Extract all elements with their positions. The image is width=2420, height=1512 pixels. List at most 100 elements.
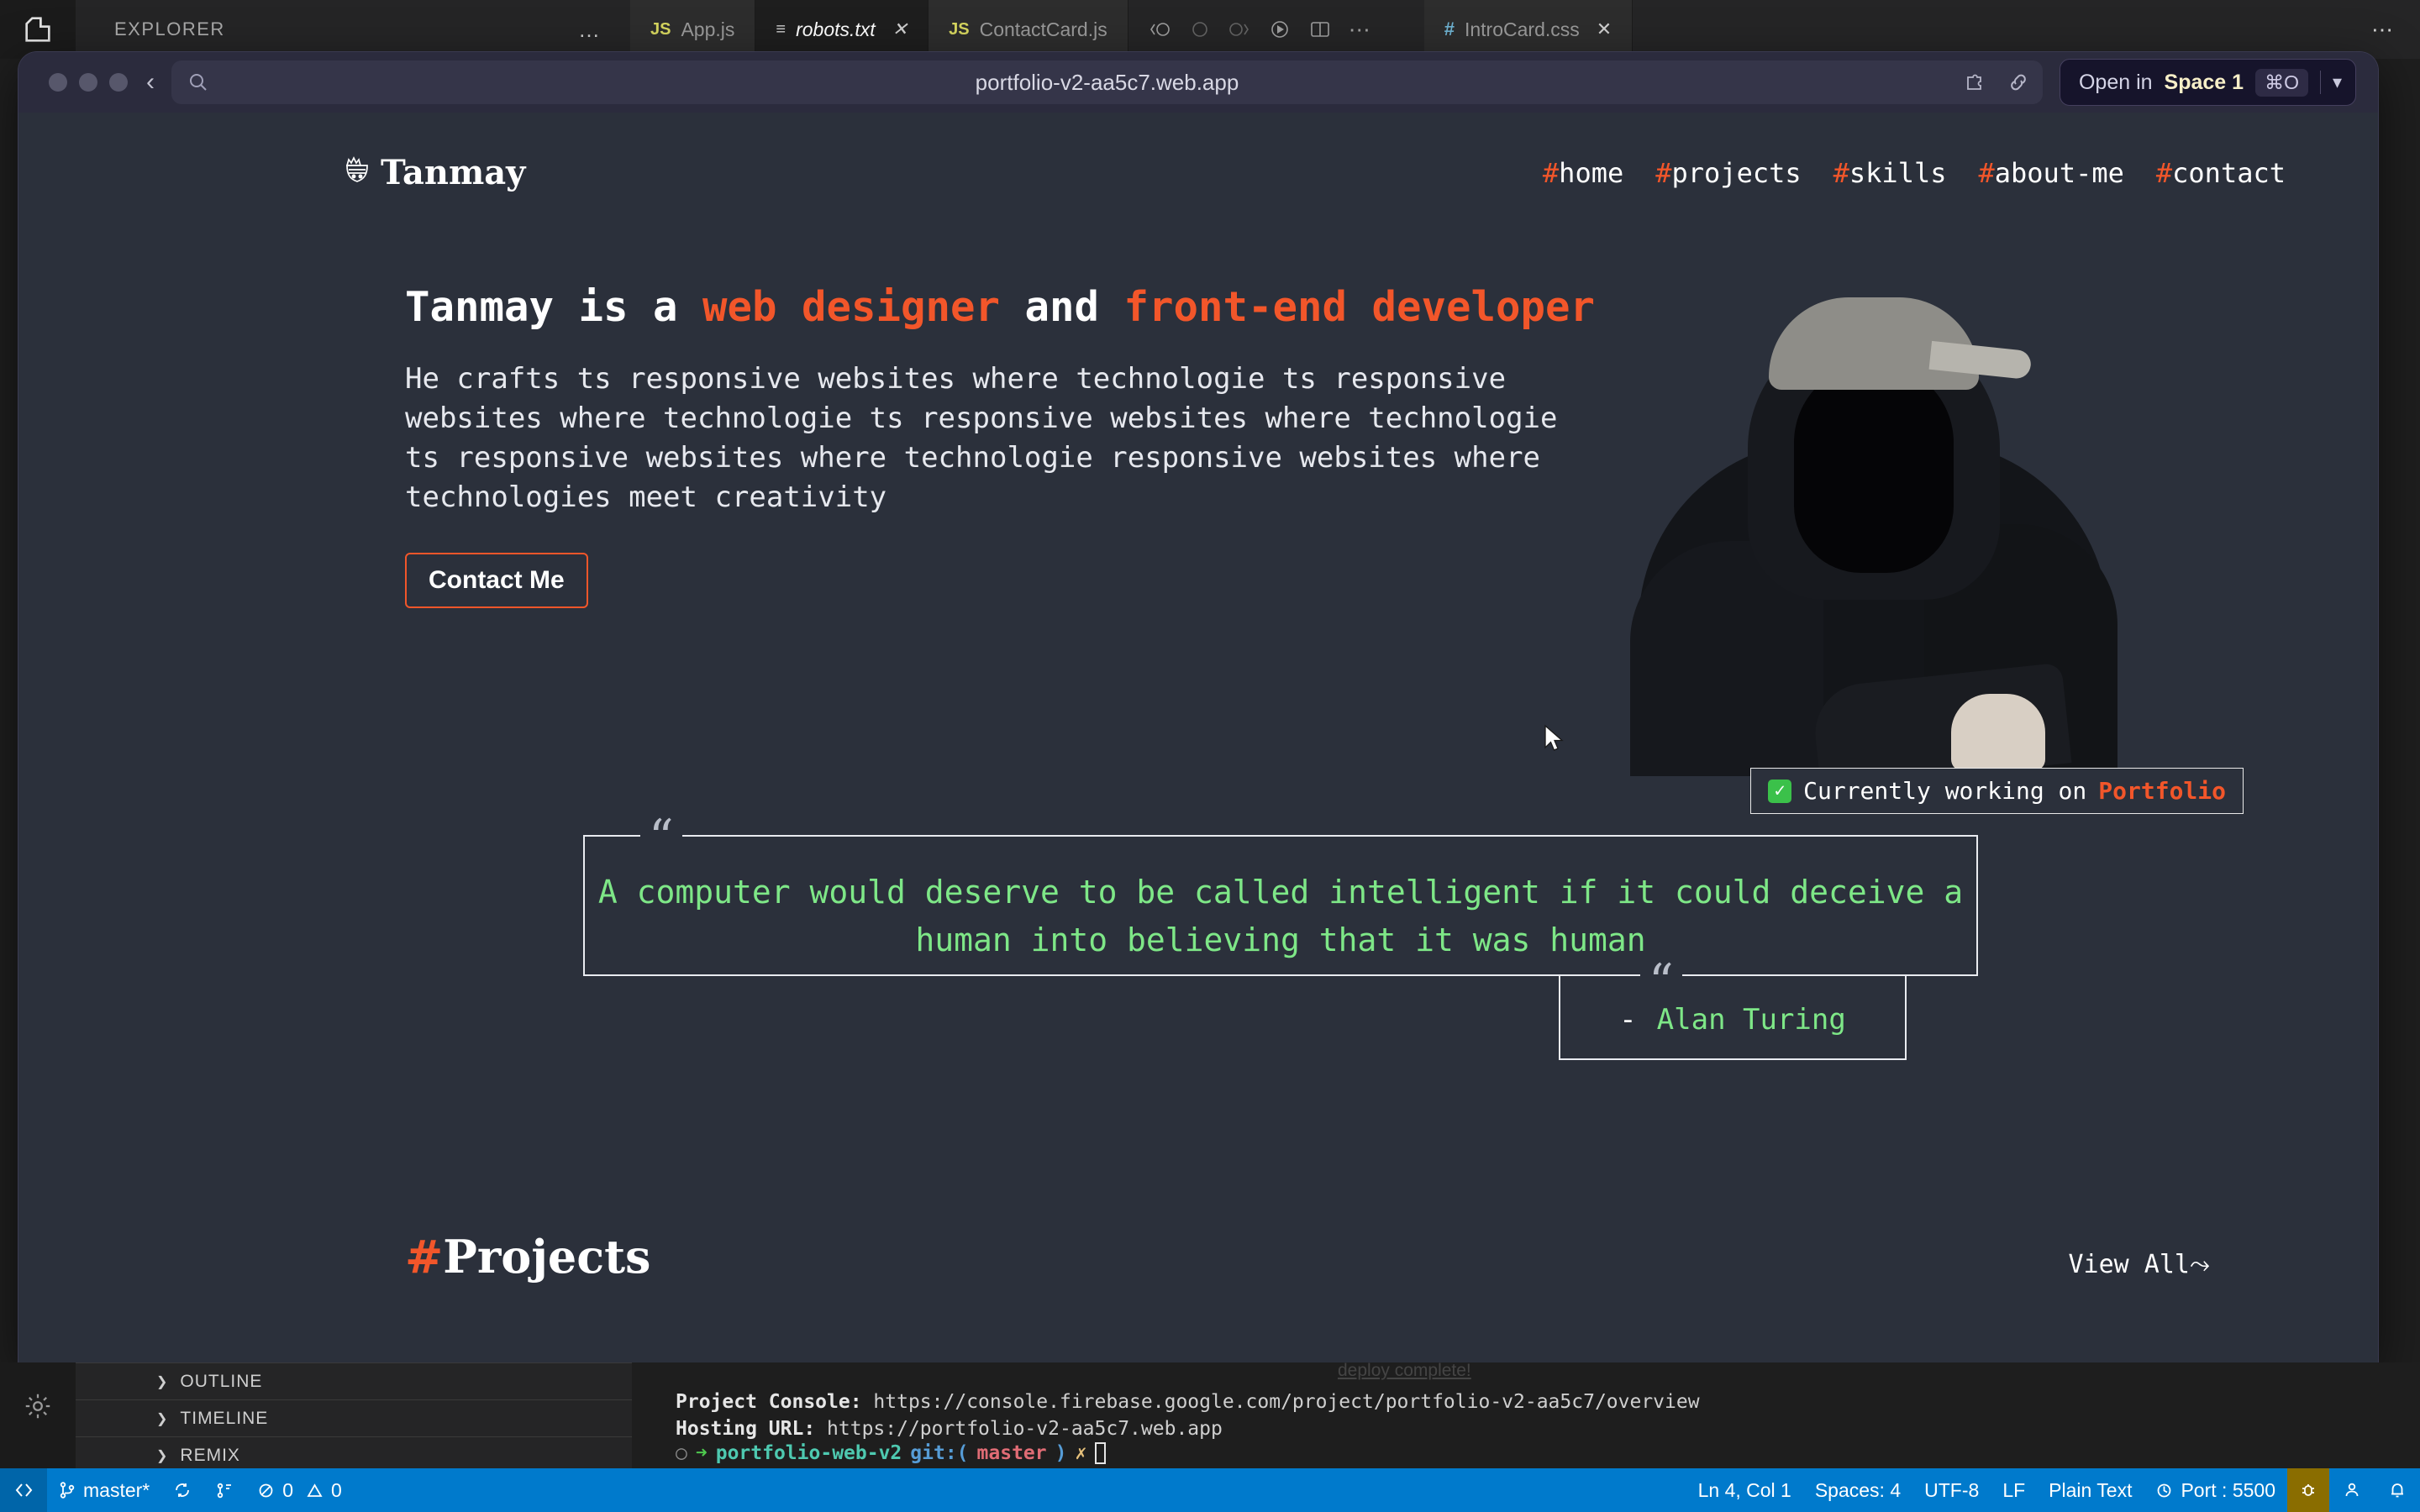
mouse-cursor [1544, 724, 1565, 756]
statusbar-branch[interactable]: master* [47, 1468, 161, 1512]
keyboard-shortcut: ⌘O [2255, 69, 2308, 97]
tab-robots-txt[interactable]: ≡ robots.txt ✕ [755, 0, 929, 59]
open-in-space-button[interactable]: Open in Space 1 ⌘O ▾ [2060, 59, 2356, 106]
statusbar-cursor-position[interactable]: Ln 4, Col 1 [1686, 1468, 1803, 1512]
statusbar-indentation[interactable]: Spaces: 4 [1803, 1468, 1912, 1512]
url-bar[interactable]: portfolio-v2-aa5c7.web.app [171, 60, 2043, 104]
statusbar-account-icon[interactable] [2329, 1468, 2375, 1512]
tab-label: App.js [681, 18, 734, 41]
tab-contactcard-js[interactable]: JS ContactCard.js [929, 0, 1128, 59]
attribution-dash: - [1619, 1003, 1636, 1037]
hero-title-mid: and [1000, 283, 1124, 331]
nav-link-about-me[interactable]: #about-me [1978, 157, 2123, 189]
tab-label: robots.txt [796, 18, 876, 41]
statusbar-eol[interactable]: LF [1991, 1468, 2037, 1512]
remote-window-icon[interactable] [0, 1468, 47, 1512]
nav-label: projects [1672, 157, 1802, 189]
circle-icon[interactable] [1189, 18, 1211, 40]
nav-link-skills[interactable]: #skills [1833, 157, 1947, 189]
nav-link-contact[interactable]: #contact [2156, 157, 2286, 189]
open-in-label: Open in [2079, 71, 2153, 95]
minimize-dot[interactable] [79, 73, 97, 92]
statusbar-bell-icon[interactable] [2375, 1468, 2420, 1512]
puzzle-icon[interactable] [1962, 70, 1987, 95]
portfolio-site: Tanmay #home #projects #skills #about-me… [18, 113, 2378, 1362]
terminal-prompt-line[interactable]: ○ ➜ portfolio-web-v2 git:(master) ✗ [676, 1442, 2420, 1464]
hash-prefix: # [1978, 157, 1994, 189]
chevron-right-icon: ❯ [156, 1447, 168, 1464]
project-console-url[interactable]: https://console.firebase.google.com/proj… [873, 1391, 1699, 1413]
prompt-git-suffix: ) [1055, 1442, 1067, 1464]
error-count: 0 [282, 1479, 293, 1502]
traffic-lights[interactable] [49, 73, 128, 92]
chevron-right-icon: ❯ [156, 1373, 168, 1390]
explorer-title: EXPLORER [114, 18, 225, 40]
projects-title-text: Projects [443, 1230, 650, 1284]
hosting-url[interactable]: https://portfolio-v2-aa5c7.web.app [827, 1418, 1223, 1440]
status-badge-highlight: Portfolio [2098, 777, 2226, 805]
more-actions-icon[interactable]: ⋯ [1349, 17, 1372, 43]
statusbar-encoding[interactable]: UTF-8 [1912, 1468, 1991, 1512]
statusbar-sync[interactable] [161, 1468, 203, 1512]
nav-label: contact [2172, 157, 2286, 189]
contact-me-button[interactable]: Contact Me [405, 553, 588, 608]
browser-toolbar: ‹ portfolio-v2-aa5c7.web.app [18, 52, 2378, 113]
nav-label: home [1559, 157, 1623, 189]
space-name: Space 1 [2165, 71, 2244, 95]
site-nav-links: #home #projects #skills #about-me #conta… [1543, 157, 2286, 189]
run-icon[interactable] [1268, 18, 1292, 41]
quote-attribution: -Alan Turing [1559, 1003, 1907, 1037]
sidebar-section-outline[interactable]: ❯ OUTLINE [76, 1362, 632, 1399]
prompt-git-prefix: git:( [910, 1442, 968, 1464]
prompt-directory: portfolio-web-v2 [716, 1442, 902, 1464]
projects-header: #Projects View All⤳ [405, 1230, 2210, 1284]
chevron-down-icon[interactable]: ▾ [2333, 71, 2342, 93]
statusbar-problems[interactable]: 0 0 [245, 1468, 354, 1512]
split-editor-icon[interactable] [1308, 18, 1332, 40]
editor-bottom-panel: ❯ OUTLINE ❯ TIMELINE ❯ REMIX deploy comp… [0, 1362, 2420, 1472]
terminal-hosting-line: Hosting URL: https://portfolio-v2-aa5c7.… [676, 1416, 2420, 1443]
port-label: Port : 5500 [2181, 1479, 2275, 1502]
hash-prefix: # [405, 1230, 443, 1284]
statusbar-debug-icon[interactable] [2287, 1468, 2329, 1512]
sidebar-section-timeline[interactable]: ❯ TIMELINE [76, 1399, 632, 1436]
terminal-project-console-line: Project Console: https://console.firebas… [676, 1389, 2420, 1416]
chevron-left-icon[interactable]: ‹ [146, 68, 155, 97]
tab-introcard-css[interactable]: # IntroCard.css ✕ [1424, 0, 1633, 59]
check-icon: ✓ [1768, 780, 1791, 803]
site-header: Tanmay #home #projects #skills #about-me… [18, 113, 2378, 192]
hash-prefix: # [1655, 157, 1671, 189]
terminal-output[interactable]: deploy complete! Project Console: https:… [632, 1362, 2420, 1472]
window-more-button[interactable]: ⋯ [2346, 0, 2420, 59]
link-icon[interactable] [2006, 70, 2031, 95]
view-all-link[interactable]: View All⤳ [2069, 1250, 2211, 1279]
hash-prefix: # [1543, 157, 1559, 189]
brand-logo[interactable]: Tanmay [342, 153, 525, 192]
close-icon[interactable]: ✕ [892, 18, 908, 40]
editor-statusbar: master* 0 0 Ln 4, Col 1 Spaces: 4 UTF-8 … [0, 1468, 2420, 1512]
forward-circle-icon[interactable] [1228, 18, 1251, 40]
close-dot[interactable] [49, 73, 67, 92]
statusbar-language-mode[interactable]: Plain Text [2037, 1468, 2144, 1512]
explorer-more-button[interactable]: … [578, 17, 602, 43]
ninja-avatar-icon [342, 155, 372, 191]
status-badge: ✓ Currently working on Portfolio [1750, 768, 2244, 814]
chevron-right-icon: ❯ [156, 1410, 168, 1427]
nav-link-projects[interactable]: #projects [1655, 157, 1801, 189]
hero-hoodie-figure-image [1622, 289, 2126, 776]
hash-prefix: # [2156, 157, 2172, 189]
projects-title: #Projects [405, 1230, 650, 1284]
tab-app-js[interactable]: JS App.js [630, 0, 755, 59]
statusbar-live-port[interactable]: Port : 5500 [2144, 1468, 2287, 1512]
nav-link-home[interactable]: #home [1543, 157, 1623, 189]
prompt-ring-icon: ○ [676, 1442, 687, 1464]
activitybar-logo[interactable] [0, 0, 76, 59]
activitybar-settings[interactable] [0, 1362, 76, 1472]
hero-title-accent-1: web designer [702, 283, 1000, 331]
close-icon[interactable]: ✕ [1597, 18, 1612, 40]
warning-count: 0 [331, 1479, 342, 1502]
statusbar-changes[interactable] [203, 1468, 245, 1512]
branch-name: master* [83, 1479, 150, 1502]
maximize-dot[interactable] [109, 73, 128, 92]
back-circle-icon[interactable] [1147, 18, 1172, 40]
